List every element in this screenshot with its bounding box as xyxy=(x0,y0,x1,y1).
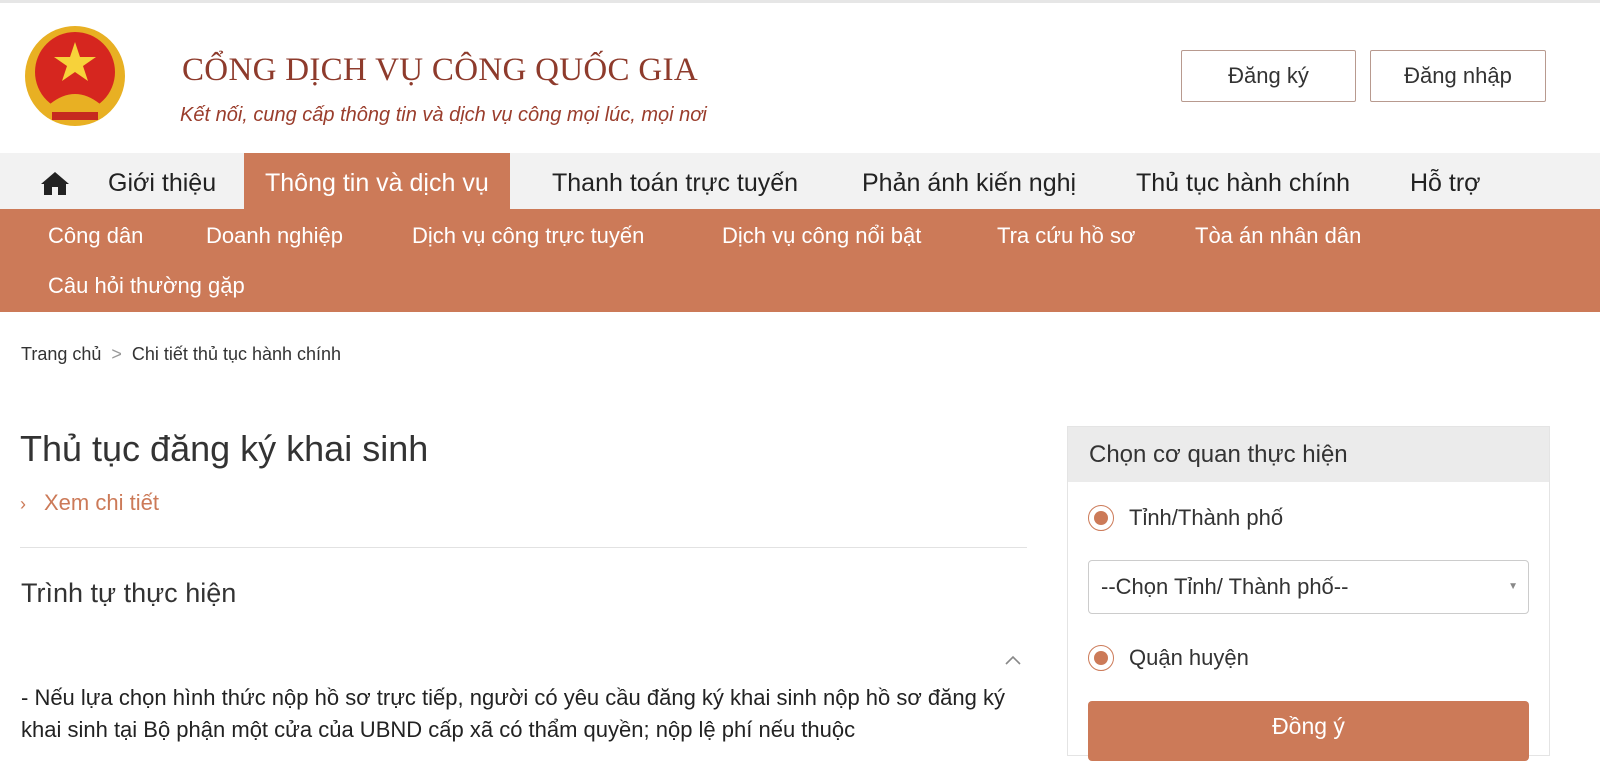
breadcrumb: Trang chủ > Chi tiết thủ tục hành chính xyxy=(21,344,341,365)
radio-district-label: Quận huyện xyxy=(1129,645,1249,670)
sub-nav: Công dân Doanh nghiệp Dịch vụ công trực … xyxy=(0,209,1600,312)
section-heading: Trình tự thực hiện xyxy=(21,578,237,608)
home-icon[interactable] xyxy=(40,170,70,196)
agree-button[interactable]: Đồng ý xyxy=(1088,701,1529,761)
view-details-label: Xem chi tiết xyxy=(44,490,159,515)
divider xyxy=(20,547,1027,548)
top-border xyxy=(0,0,1600,3)
subnav-featured-services[interactable]: Dịch vụ công nổi bật xyxy=(722,223,921,249)
view-details-link[interactable]: › Xem chi tiết xyxy=(20,490,159,516)
province-select-value: --Chọn Tỉnh/ Thành phố-- xyxy=(1101,574,1349,599)
register-button[interactable]: Đăng ký xyxy=(1181,50,1356,102)
nav-support[interactable]: Hỗ trợ xyxy=(1410,153,1481,210)
agency-selector-panel: Chọn cơ quan thực hiện Tỉnh/Thành phố --… xyxy=(1067,426,1550,761)
subnav-lookup[interactable]: Tra cứu hồ sơ xyxy=(997,223,1135,249)
breadcrumb-home[interactable]: Trang chủ xyxy=(21,344,101,364)
nav-procedures[interactable]: Thủ tục hành chính xyxy=(1136,153,1350,210)
nav-intro[interactable]: Giới thiệu xyxy=(108,153,216,210)
subnav-online-services[interactable]: Dịch vụ công trực tuyến xyxy=(412,223,644,249)
main-nav: Giới thiệu Thông tin và dịch vụ Thanh to… xyxy=(0,153,1600,210)
chevron-right-icon: › xyxy=(20,494,26,514)
subnav-business[interactable]: Doanh nghiệp xyxy=(206,223,343,249)
subnav-faq[interactable]: Câu hỏi thường gặp xyxy=(48,273,245,299)
national-emblem-logo xyxy=(25,26,125,126)
breadcrumb-current: Chi tiết thủ tục hành chính xyxy=(131,344,342,364)
subnav-citizen[interactable]: Công dân xyxy=(48,223,143,249)
breadcrumb-separator: > xyxy=(111,344,122,364)
panel-title: Chọn cơ quan thực hiện xyxy=(1068,427,1549,482)
site-tagline: Kết nối, cung cấp thông tin và dịch vụ c… xyxy=(180,104,707,126)
nav-online-payment[interactable]: Thanh toán trực tuyến xyxy=(552,153,798,210)
radio-province-label: Tỉnh/Thành phố xyxy=(1129,505,1284,530)
radio-selected-icon xyxy=(1088,505,1114,531)
section-content: - Nếu lựa chọn hình thức nộp hồ sơ trực … xyxy=(21,685,1005,742)
radio-district[interactable]: Quận huyện xyxy=(1088,645,1249,671)
subnav-court[interactable]: Tòa án nhân dân xyxy=(1195,223,1361,249)
chevron-up-icon[interactable] xyxy=(1003,650,1023,670)
page-title: Thủ tục đăng ký khai sinh xyxy=(20,428,429,469)
nav-info-services[interactable]: Thông tin và dịch vụ xyxy=(244,153,510,210)
dropdown-arrow-icon: ▼ xyxy=(1508,581,1518,592)
nav-feedback[interactable]: Phản ánh kiến nghị xyxy=(862,153,1076,210)
login-button[interactable]: Đăng nhập xyxy=(1370,50,1546,102)
radio-selected-icon xyxy=(1088,645,1114,671)
province-select[interactable]: --Chọn Tỉnh/ Thành phố-- ▼ xyxy=(1088,560,1529,614)
radio-province[interactable]: Tỉnh/Thành phố xyxy=(1088,505,1283,531)
site-title[interactable]: CỔNG DỊCH VỤ CÔNG QUỐC GIA xyxy=(182,52,698,89)
